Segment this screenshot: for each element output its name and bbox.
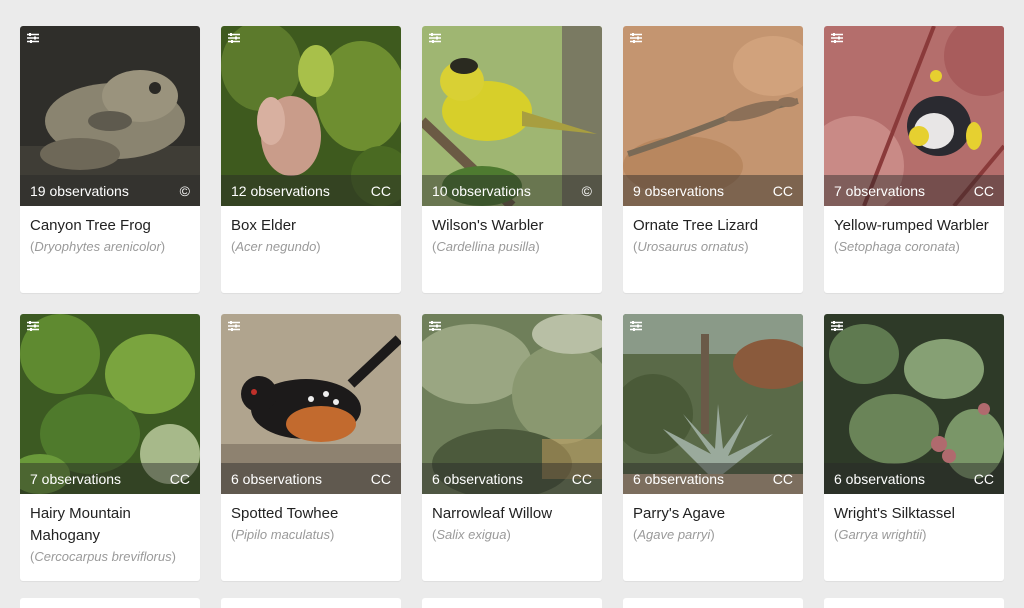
observation-count[interactable]: 10 observations [432, 183, 531, 199]
tune-icon[interactable] [830, 320, 844, 332]
scientific-name: (Dryophytes arenicolor) [30, 239, 166, 254]
license-badge[interactable]: © [582, 183, 592, 199]
species-card[interactable]: 12 observations CC Box Elder (Acer negun… [221, 26, 401, 293]
species-card[interactable]: 19 observations © Canyon Tree Frog (Dryo… [20, 26, 200, 293]
scientific-name-text: Urosaurus ornatus [637, 239, 745, 254]
species-photo[interactable]: 6 observations CC [422, 314, 602, 494]
common-name[interactable]: Yellow-rumped Warbler [834, 215, 994, 237]
species-photo[interactable]: 7 observations CC [824, 26, 1004, 206]
photo-caption: 6 observations CC [422, 463, 602, 494]
common-name[interactable]: Wright's Silktassel [834, 503, 994, 525]
observation-count[interactable]: 6 observations [834, 471, 925, 487]
tune-icon[interactable] [830, 32, 844, 44]
scientific-name: (Setophaga coronata) [834, 239, 960, 254]
photo-caption: 7 observations CC [824, 175, 1004, 206]
photo-caption: 6 observations CC [623, 463, 803, 494]
scientific-name: (Agave parryi) [633, 527, 715, 542]
tune-icon[interactable] [428, 320, 442, 332]
photo-caption: 9 observations CC [623, 175, 803, 206]
observation-count[interactable]: 7 observations [30, 471, 121, 487]
tune-icon[interactable] [227, 320, 241, 332]
species-card[interactable]: 6 observations CC Wright's Silktassel (G… [824, 314, 1004, 581]
species-photo[interactable]: 6 observations CC [221, 314, 401, 494]
license-badge[interactable]: CC [773, 183, 793, 199]
scientific-name: (Cercocarpus breviflorus) [30, 549, 176, 564]
license-badge[interactable]: CC [572, 471, 592, 487]
observation-count[interactable]: 9 observations [633, 183, 724, 199]
tune-icon[interactable] [629, 320, 643, 332]
scientific-name-text: Setophaga coronata [838, 239, 956, 254]
scientific-name-text: Pipilo maculatus [235, 527, 330, 542]
common-name[interactable]: Hairy Mountain Mahogany [30, 503, 190, 547]
common-name[interactable]: Narrowleaf Willow [432, 503, 592, 525]
license-badge[interactable]: CC [974, 471, 994, 487]
photo-caption: 19 observations © [20, 175, 200, 206]
observation-count[interactable]: 6 observations [633, 471, 724, 487]
scientific-name: (Acer negundo) [231, 239, 321, 254]
photo-caption: 6 observations CC [824, 463, 1004, 494]
species-photo[interactable]: 10 observations © [422, 26, 602, 206]
observation-count[interactable]: 6 observations [432, 471, 523, 487]
species-card[interactable]: 10 observations © Wilson's Warbler (Card… [422, 26, 602, 293]
scientific-name: (Urosaurus ornatus) [633, 239, 749, 254]
observation-count[interactable]: 7 observations [834, 183, 925, 199]
species-card[interactable]: 7 observations CC Hairy Mountain Mahogan… [20, 314, 200, 581]
scientific-name: (Pipilo maculatus) [231, 527, 335, 542]
common-name[interactable]: Parry's Agave [633, 503, 793, 525]
scientific-name: (Garrya wrightii) [834, 527, 927, 542]
license-badge[interactable]: CC [371, 183, 391, 199]
tune-icon[interactable] [26, 320, 40, 332]
tune-icon[interactable] [26, 32, 40, 44]
photo-caption: 7 observations CC [20, 463, 200, 494]
scientific-name: (Salix exigua) [432, 527, 511, 542]
photo-caption: 10 observations © [422, 175, 602, 206]
license-badge[interactable]: CC [170, 471, 190, 487]
species-card[interactable]: 9 observations CC Ornate Tree Lizard (Ur… [623, 26, 803, 293]
common-name[interactable]: Wilson's Warbler [432, 215, 592, 237]
tune-icon[interactable] [428, 32, 442, 44]
scientific-name-text: Agave parryi [637, 527, 711, 542]
scientific-name-text: Acer negundo [235, 239, 317, 254]
observation-count[interactable]: 12 observations [231, 183, 330, 199]
license-badge[interactable]: © [180, 183, 190, 199]
species-card[interactable]: 6 observations CC Narrowleaf Willow (Sal… [422, 314, 602, 581]
observation-count[interactable]: 19 observations [30, 183, 129, 199]
species-photo[interactable]: 12 observations CC [221, 26, 401, 206]
common-name[interactable]: Box Elder [231, 215, 391, 237]
species-photo[interactable]: 19 observations © [20, 26, 200, 206]
common-name[interactable]: Canyon Tree Frog [30, 215, 190, 237]
scientific-name-text: Cercocarpus breviflorus [34, 549, 172, 564]
license-badge[interactable]: CC [974, 183, 994, 199]
tune-icon[interactable] [629, 32, 643, 44]
license-badge[interactable]: CC [371, 471, 391, 487]
scientific-name-text: Dryophytes arenicolor [34, 239, 161, 254]
species-photo[interactable]: 7 observations CC [20, 314, 200, 494]
next-row-peek [20, 598, 1004, 608]
species-card-peek [221, 598, 401, 608]
species-card-peek [623, 598, 803, 608]
species-photo[interactable]: 9 observations CC [623, 26, 803, 206]
tune-icon[interactable] [227, 32, 241, 44]
species-grid: 19 observations © Canyon Tree Frog (Dryo… [20, 26, 1004, 581]
species-card[interactable]: 6 observations CC Spotted Towhee (Pipilo… [221, 314, 401, 581]
scientific-name-text: Cardellina pusilla [436, 239, 536, 254]
photo-caption: 6 observations CC [221, 463, 401, 494]
species-card-peek [824, 598, 1004, 608]
scientific-name-text: Garrya wrightii [838, 527, 923, 542]
photo-caption: 12 observations CC [221, 175, 401, 206]
license-badge[interactable]: CC [773, 471, 793, 487]
species-card-peek [20, 598, 200, 608]
species-card-peek [422, 598, 602, 608]
scientific-name-text: Salix exigua [436, 527, 507, 542]
common-name[interactable]: Ornate Tree Lizard [633, 215, 793, 237]
species-card[interactable]: 6 observations CC Parry's Agave (Agave p… [623, 314, 803, 581]
species-card[interactable]: 7 observations CC Yellow-rumped Warbler … [824, 26, 1004, 293]
species-photo[interactable]: 6 observations CC [623, 314, 803, 494]
scientific-name: (Cardellina pusilla) [432, 239, 540, 254]
observation-count[interactable]: 6 observations [231, 471, 322, 487]
species-photo[interactable]: 6 observations CC [824, 314, 1004, 494]
common-name[interactable]: Spotted Towhee [231, 503, 391, 525]
